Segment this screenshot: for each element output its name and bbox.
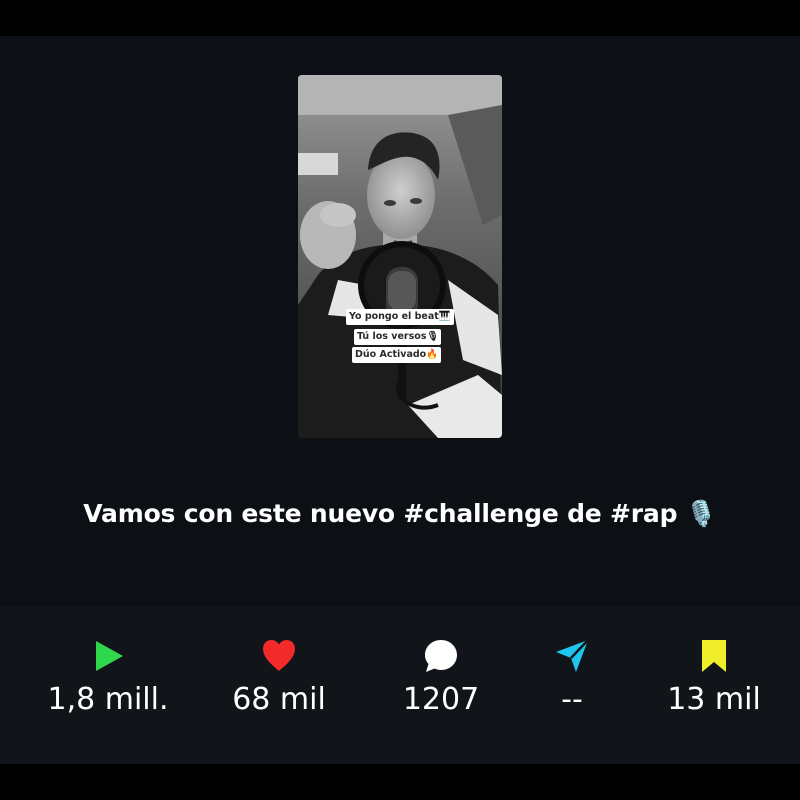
- top-bar: [0, 0, 800, 36]
- video-sticker-3: Dúo Activado🔥: [352, 347, 442, 363]
- play-icon: [96, 641, 123, 671]
- stat-likes-value: 68 mil: [232, 682, 326, 717]
- video-sticker-2: Tú los versos🎙: [354, 329, 442, 345]
- heart-icon: [263, 640, 295, 671]
- stat-plays-value: 1,8 mill.: [47, 682, 169, 717]
- post-stats-screen: Yo pongo el beat🎹 Tú los versos🎙 Dúo Act…: [0, 0, 800, 800]
- stats-bar: 1,8 mill. 68 mil 1207 -- 13 mil: [0, 606, 800, 764]
- play-icon-shape: [96, 641, 123, 671]
- comment-icon-shape: [425, 640, 457, 672]
- post-caption: Vamos con este nuevo #challenge de #rap …: [83, 499, 717, 528]
- video-photo: [298, 75, 502, 438]
- bookmark-icon: [702, 640, 726, 672]
- share-icon: [556, 639, 589, 672]
- comment-icon: [425, 640, 457, 672]
- video-sticker-1: Yo pongo el beat🎹: [346, 309, 454, 325]
- stat-shares-value: --: [561, 682, 583, 717]
- bookmark-icon-shape: [702, 640, 726, 672]
- stat-saves-value: 13 mil: [667, 682, 761, 717]
- bottom-bar: [0, 764, 800, 800]
- heart-icon-shape: [263, 640, 295, 671]
- video-thumbnail[interactable]: Yo pongo el beat🎹 Tú los versos🎙 Dúo Act…: [298, 75, 502, 438]
